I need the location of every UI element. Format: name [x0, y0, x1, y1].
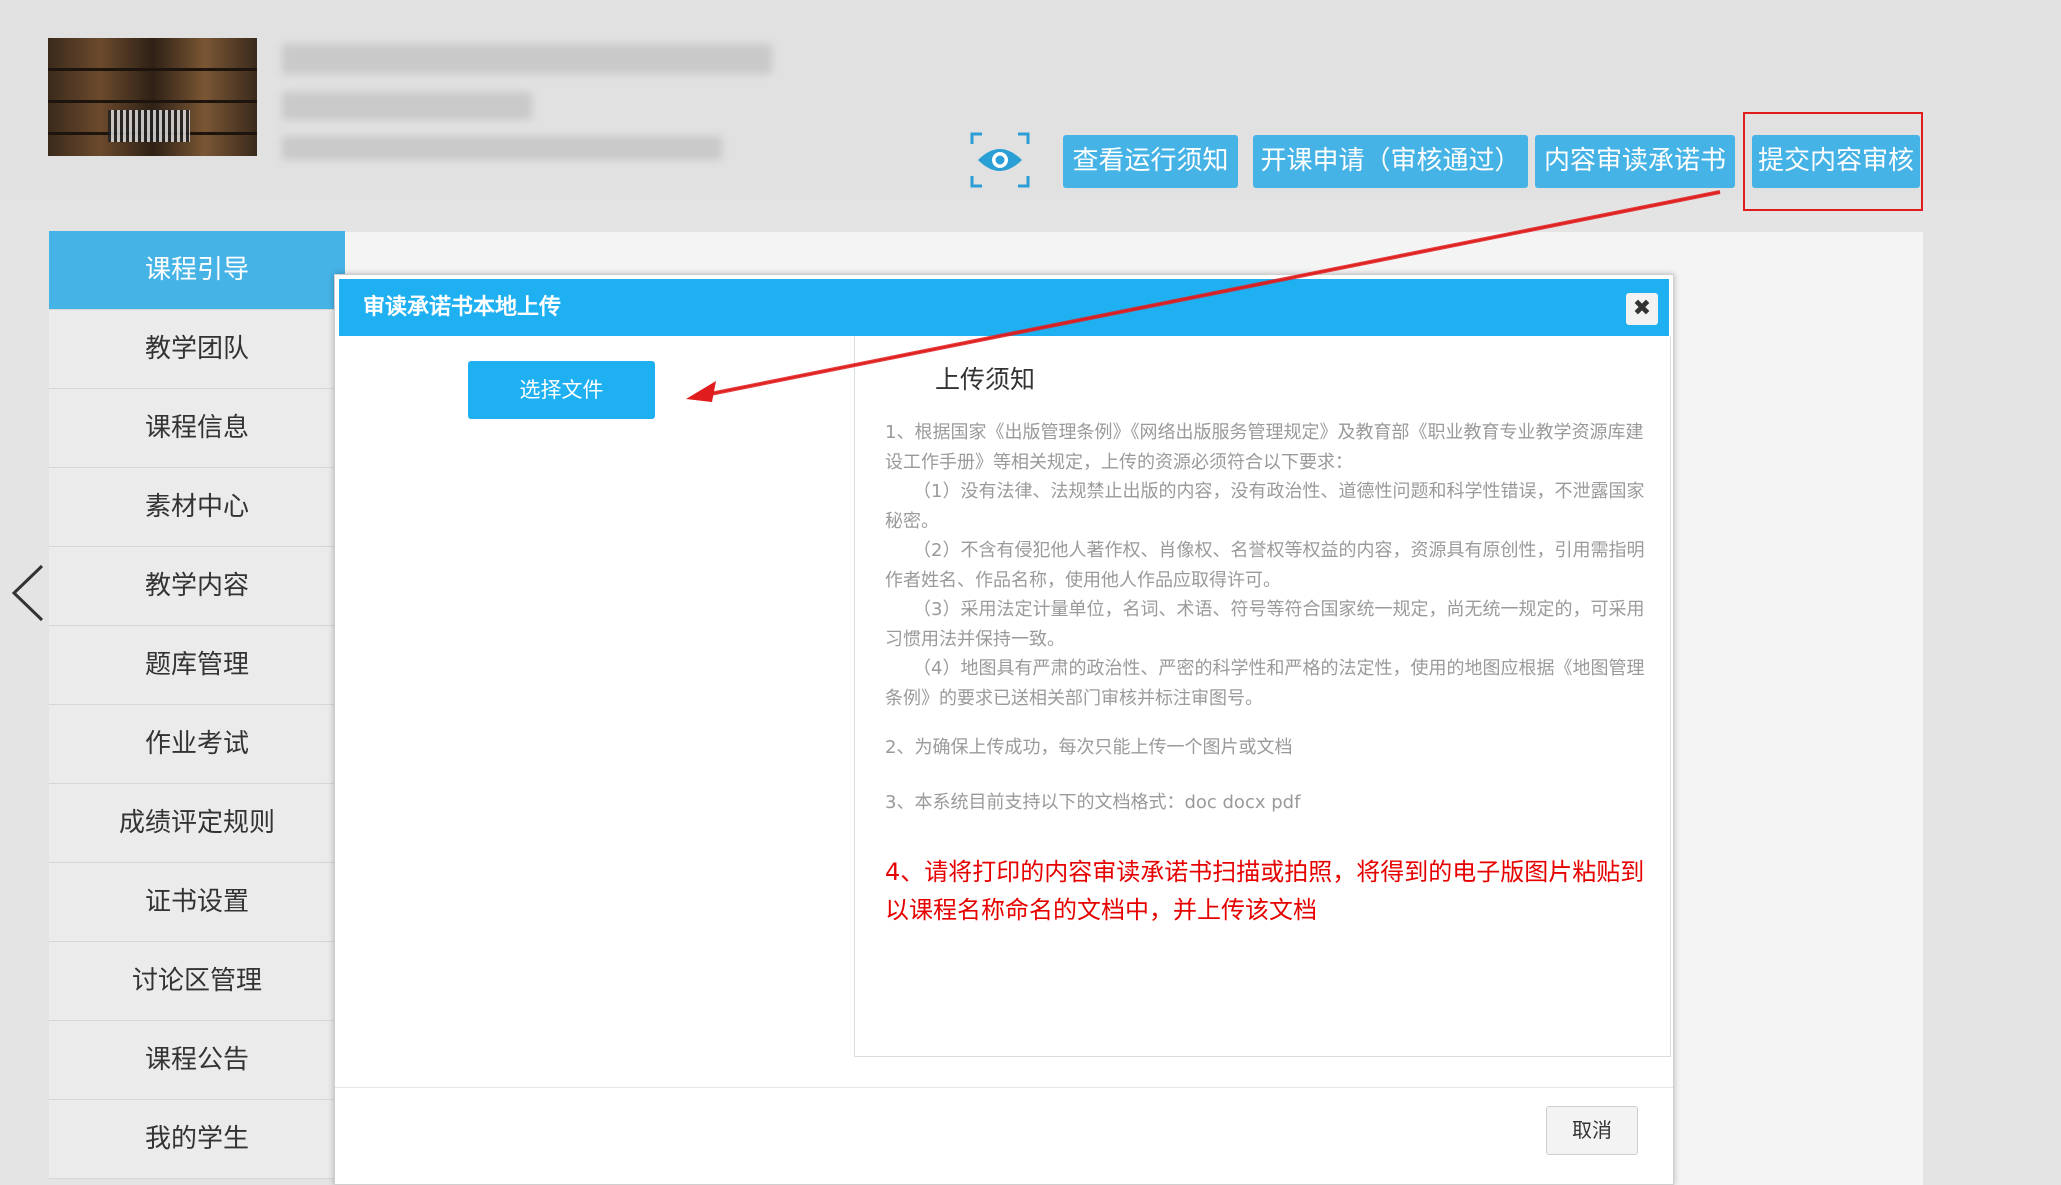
notice-paragraph: （4）地图具有严肃的政治性、严密的科学性和严格的法定性，使用的地图应根据《地图管… [885, 658, 1645, 709]
notice-paragraph: （2）不含有侵犯他人著作权、肖像权、名誉权等权益的内容，资源具有原创性，引用需指… [885, 540, 1645, 591]
sidebar-item-course-guide[interactable]: 课程引导 [49, 231, 345, 310]
sidebar-item-teaching-content[interactable]: 教学内容 [49, 547, 345, 626]
sidebar-item-announcement[interactable]: 课程公告 [49, 1021, 345, 1100]
sidebar-item-question-bank[interactable]: 题库管理 [49, 626, 345, 705]
apply-course-button[interactable]: 开课申请（审核通过） [1253, 135, 1528, 188]
sidebar-item-teaching-team[interactable]: 教学团队 [49, 310, 345, 389]
notice-paragraph: （3）采用法定计量单位，名词、术语、符号等符合国家统一规定，尚无统一规定的，可采… [885, 599, 1645, 650]
content-review-pledge-button[interactable]: 内容审读承诺书 [1535, 135, 1735, 188]
sidebar-item-certificate[interactable]: 证书设置 [49, 863, 345, 942]
modal-divider [335, 1087, 1673, 1088]
qr-code-icon [108, 110, 190, 142]
view-run-notice-button[interactable]: 查看运行须知 [1063, 135, 1238, 188]
upload-modal: 审读承诺书本地上传 ✖ 选择文件 上传须知 1、根据国家《出版管理条例》《网络出… [334, 274, 1674, 1185]
chevron-left-icon[interactable] [8, 562, 48, 624]
notice-paragraph: （1）没有法律、法规禁止出版的内容，没有政治性、道德性问题和科学性错误，不泄露国… [885, 481, 1645, 532]
notice-paragraph: 2、为确保上传成功，每次只能上传一个图片或文档 [885, 737, 1293, 758]
course-subtitle-blurred [282, 92, 532, 120]
close-icon[interactable]: ✖ [1626, 293, 1658, 325]
course-cover-image [48, 38, 257, 156]
upload-notice-panel: 上传须知 1、根据国家《出版管理条例》《网络出版服务管理规定》及教育部《职业教育… [854, 336, 1671, 1057]
notice-important-paragraph: 4、请将打印的内容审读承诺书扫描或拍照，将得到的电子版图片粘贴到以课程名称命名的… [885, 858, 1645, 924]
notice-paragraph: 1、根据国家《出版管理条例》《网络出版服务管理规定》及教育部《职业教育专业教学资… [885, 422, 1644, 473]
course-title-blurred [282, 44, 772, 74]
choose-file-button[interactable]: 选择文件 [468, 361, 655, 419]
highlight-annotation-box [1743, 112, 1923, 211]
sidebar-item-material-center[interactable]: 素材中心 [49, 468, 345, 547]
modal-title: 审读承诺书本地上传 [363, 295, 562, 320]
sidebar-item-my-students[interactable]: 我的学生 [49, 1100, 345, 1179]
notice-title: 上传须知 [935, 365, 1036, 394]
preview-eye-icon[interactable] [970, 132, 1030, 188]
sidebar-item-discussion[interactable]: 讨论区管理 [49, 942, 345, 1021]
notice-paragraph: 3、本系统目前支持以下的文档格式：doc docx pdf [885, 792, 1301, 813]
sidebar-nav: 课程引导 教学团队 课程信息 素材中心 教学内容 题库管理 作业考试 成绩评定规… [49, 231, 345, 1179]
cancel-button[interactable]: 取消 [1546, 1106, 1638, 1155]
sidebar-item-course-info[interactable]: 课程信息 [49, 389, 345, 468]
sidebar-item-homework-exam[interactable]: 作业考试 [49, 705, 345, 784]
sidebar-item-grading-rules[interactable]: 成绩评定规则 [49, 784, 345, 863]
modal-header: 审读承诺书本地上传 ✖ [339, 279, 1669, 336]
course-source-blurred [282, 136, 722, 160]
